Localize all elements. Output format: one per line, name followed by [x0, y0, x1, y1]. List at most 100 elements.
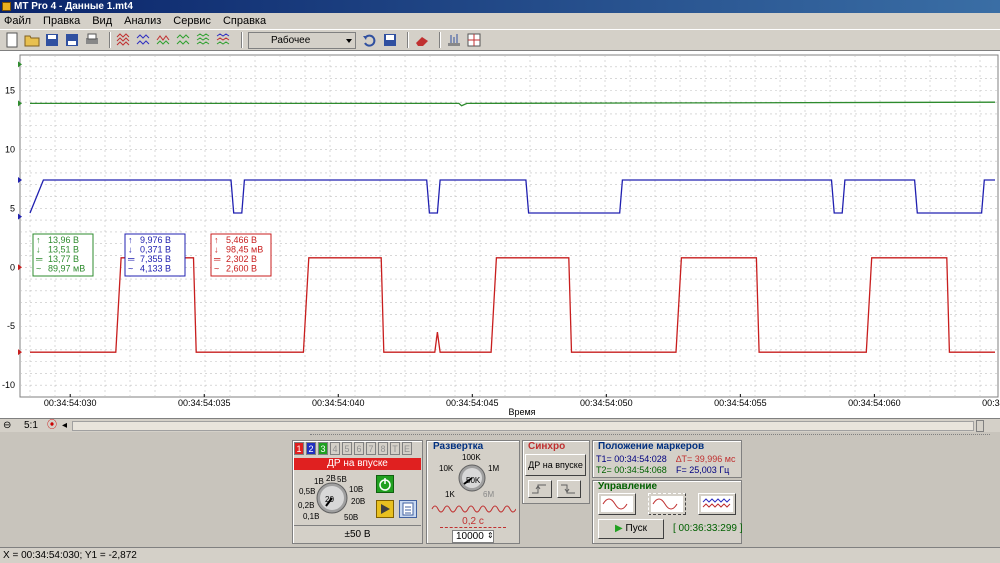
open-folder-icon[interactable]: [24, 32, 40, 48]
measure-value: 5,466 В: [226, 235, 257, 245]
y-tick-label: 10: [5, 144, 15, 154]
zoom-ratio[interactable]: 5:1: [24, 420, 38, 432]
falling-edge-button[interactable]: [557, 480, 581, 498]
x-tick-label: 00:34:54:030: [44, 398, 97, 408]
control-title: Управление: [598, 481, 658, 492]
waveform-mixed-icon[interactable]: [156, 32, 172, 48]
channel-tab-5[interactable]: 5: [342, 442, 352, 455]
record-icon[interactable]: ⦿: [47, 420, 57, 432]
channel-tab-7[interactable]: 7: [366, 442, 376, 455]
menu-bar: Файл Правка Вид Анализ Сервис Справка: [0, 13, 1000, 29]
toolbar-separator: [407, 32, 409, 48]
new-file-icon[interactable]: [4, 32, 20, 48]
toolbar-separator: [439, 32, 441, 48]
cursor-readout: X = 00:34:54:030; Y1 = -2,872: [3, 550, 137, 561]
channel-tab-E[interactable]: E: [402, 442, 412, 455]
channel-tab-6[interactable]: 6: [354, 442, 364, 455]
measure-symbol-icon: ↑: [128, 235, 133, 245]
knob-label: 20В: [351, 497, 366, 506]
grid-layout-icon[interactable]: [466, 32, 482, 48]
y-tick-label: -10: [2, 380, 15, 390]
eraser-icon[interactable]: [414, 32, 430, 48]
start-button[interactable]: ▶ Пуск: [598, 519, 664, 539]
oscillogram-plot[interactable]: 15 10 5 0 -5 -10 00:34:54:030 00:34:54:035 00:34…: [0, 51, 1000, 418]
waveform-green-icon[interactable]: [176, 32, 192, 48]
channel-name: ДР на впуске: [294, 458, 421, 470]
channel-tab-4[interactable]: 4: [330, 442, 340, 455]
marker-dt: ∆T= 39,996 мс: [676, 454, 736, 464]
tuning-icon[interactable]: [446, 32, 462, 48]
save-as-icon[interactable]: [64, 32, 80, 48]
power-button[interactable]: [376, 475, 394, 493]
scroll-left-icon[interactable]: ◂: [62, 420, 67, 432]
control-area: ДР на впуске 5В 10В 20В 50В 0,1В 0,2В 0,…: [0, 432, 1000, 547]
measure-symbol-icon: ═: [127, 254, 135, 264]
scroll-row: ⊖ 5:1 ⦿ ◂: [0, 418, 1000, 432]
channel-tab-3[interactable]: 3: [318, 442, 328, 455]
sync-source-button[interactable]: ДР на впуске: [525, 454, 586, 476]
channel-tab-2[interactable]: 2: [306, 442, 316, 455]
sweep-title: Развертка: [433, 441, 484, 452]
measure-value: 89,97 мВ: [48, 264, 85, 274]
chevron-down-icon: [346, 38, 352, 43]
toolbar-separator: [241, 32, 243, 48]
scrollbar-thumb[interactable]: [976, 420, 984, 432]
undo-icon[interactable]: [362, 32, 378, 48]
channel-tab-T[interactable]: T: [390, 442, 400, 455]
x-tick-label: 00:34:54:055: [714, 398, 767, 408]
status-bar: X = 00:34:54:030; Y1 = -2,872: [0, 547, 1000, 563]
print-icon[interactable]: [84, 32, 100, 48]
menu-view[interactable]: Вид: [92, 15, 112, 27]
knob-label: 1K: [445, 490, 455, 499]
measure-symbol-icon: ~: [128, 264, 133, 274]
markers-title: Положение маркеров: [598, 441, 705, 452]
knob-label: 5В: [337, 475, 347, 484]
measure-symbol-icon: ↑: [36, 235, 41, 245]
waveform-stack-icon[interactable]: [196, 32, 212, 48]
measure-value: 13,77 В: [48, 254, 79, 264]
measure-symbol-icon: ↓: [128, 245, 133, 255]
menu-file[interactable]: Файл: [4, 15, 31, 27]
measure-value: 4,133 В: [140, 264, 171, 274]
waveform-multi-icon[interactable]: [116, 32, 132, 48]
menu-service[interactable]: Сервис: [173, 15, 211, 27]
oscillogram-chart[interactable]: 15 10 5 0 -5 -10 00:34:54:030 00:34:54:035 00:34…: [0, 51, 1000, 418]
knob-label: 0,1В: [303, 512, 320, 521]
sweep-waveform-preview: [431, 505, 516, 513]
horizontal-scrollbar[interactable]: [72, 421, 974, 431]
range-value[interactable]: ±50 В: [294, 525, 421, 542]
plot-frame: [19, 54, 999, 398]
zoom-out-icon[interactable]: ⊖: [3, 420, 11, 432]
save-icon[interactable]: [44, 32, 60, 48]
mode-record-button[interactable]: [698, 493, 736, 515]
window-title: MT Pro 4 - Данные 1.mt4: [14, 1, 133, 12]
spin-icon[interactable]: ⇕: [487, 531, 494, 540]
channel-tab-8[interactable]: 8: [378, 442, 388, 455]
trigger-button[interactable]: [376, 500, 394, 518]
sweep-time[interactable]: 0,2 с: [440, 516, 506, 528]
marker-t1: T1= 00:34:54:028: [596, 454, 667, 464]
measure-symbol-icon: ↑: [214, 235, 219, 245]
knob-label: 10В: [349, 485, 364, 494]
x-tick-label: 00:34:54:035: [178, 398, 231, 408]
mode-single-button[interactable]: [598, 493, 636, 515]
calculator-icon[interactable]: [399, 500, 417, 518]
knob-label: 1M: [488, 464, 500, 473]
title-bar: MT Pro 4 - Данные 1.mt4: [0, 0, 1000, 13]
save-view-icon[interactable]: [382, 32, 398, 48]
measure-symbol-icon: ═: [213, 254, 221, 264]
menu-analysis[interactable]: Анализ: [124, 15, 161, 27]
workspace-combo[interactable]: Рабочее окружение: [248, 31, 356, 61]
rising-edge-button[interactable]: [528, 480, 552, 498]
channel-tab-1[interactable]: 1: [294, 442, 304, 455]
y-tick-label: 15: [5, 85, 15, 95]
toolbar: Рабочее окружение: [0, 29, 1000, 61]
menu-help[interactable]: Справка: [223, 15, 266, 27]
waveform-alt-icon[interactable]: [216, 32, 232, 48]
x-tick-label: 00:34:54:040: [312, 398, 365, 408]
menu-edit[interactable]: Правка: [43, 15, 80, 27]
mode-continuous-button[interactable]: [648, 493, 686, 515]
measure-symbol-icon: ↓: [214, 245, 219, 255]
knob-label: 50В: [344, 513, 359, 522]
waveform-blue-icon[interactable]: [136, 32, 152, 48]
